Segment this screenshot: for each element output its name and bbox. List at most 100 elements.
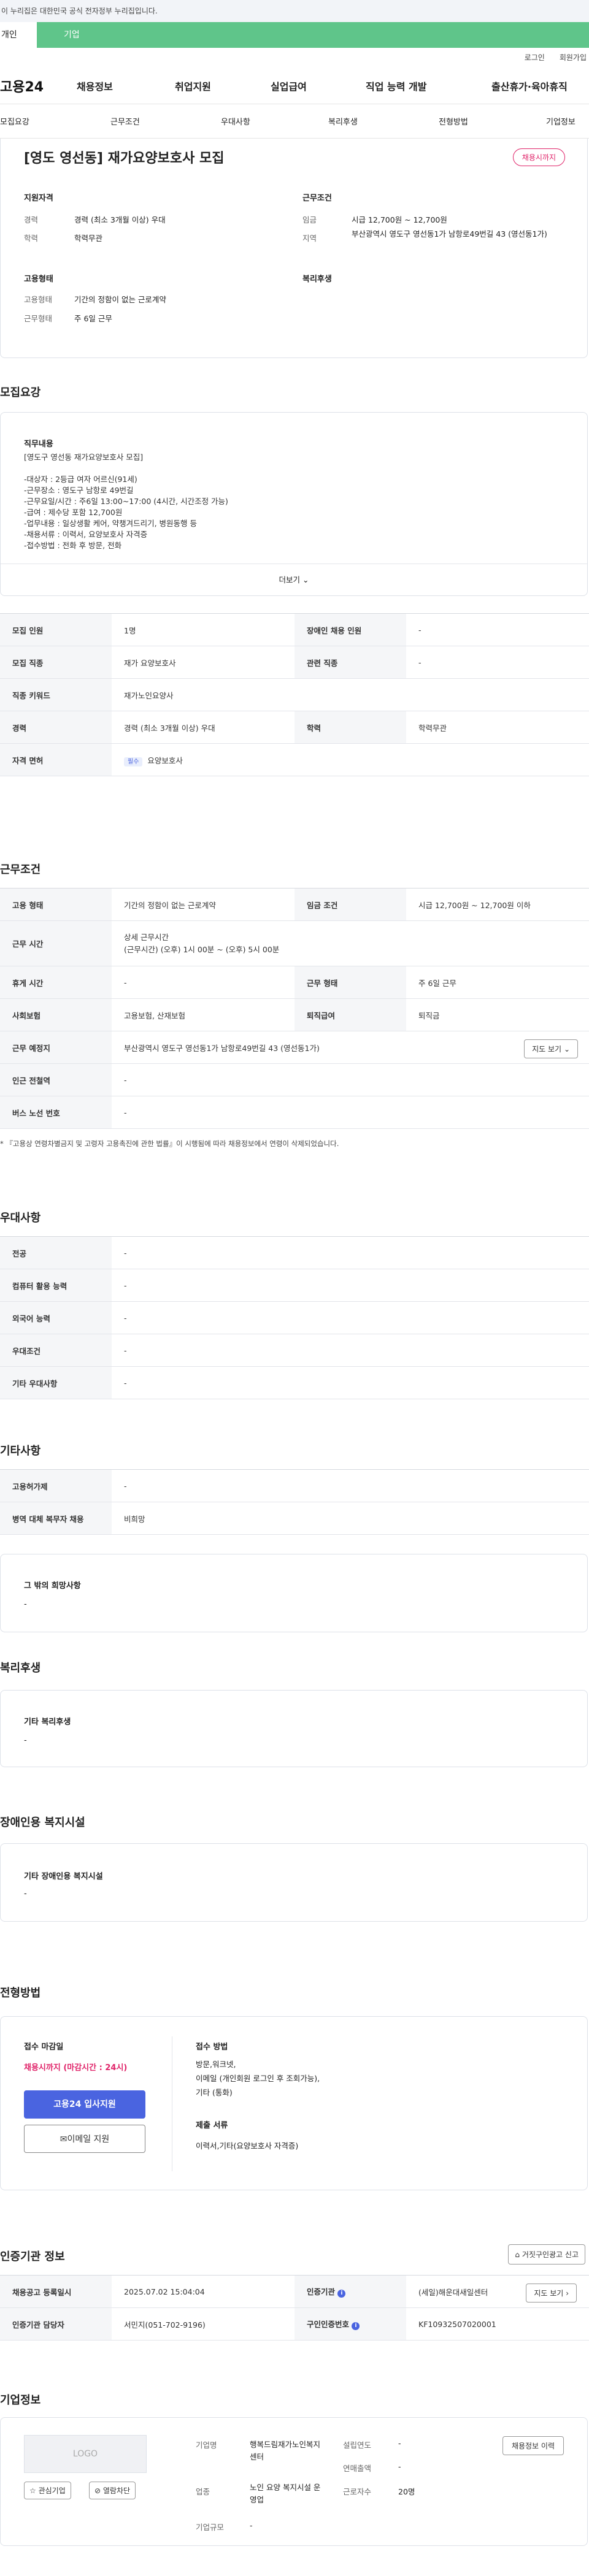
company-industry: 노인 요양 복지시설 운영업 [250, 2483, 321, 2504]
info-icon[interactable]: i [352, 2322, 360, 2330]
star-icon: ☆ [29, 2486, 36, 2495]
login-link[interactable]: 로그인 [525, 48, 545, 67]
table-cell: 퇴직금 [406, 998, 589, 1031]
etc-table: 고용허가제 - 병역 대체 복무자 채용 비희망 [0, 1469, 589, 1535]
table-row: 인증기관 담당자 서민지(051-702-9196) 구인인증번호 i KF10… [0, 2307, 589, 2341]
cert-map-button[interactable]: 지도 보기 › [526, 2284, 577, 2303]
etc-title: 기타사항 [0, 1445, 41, 1458]
cert-map-label: 지도 보기 [534, 2289, 564, 2298]
table-header-cell: 장애인 채용 인원 [294, 613, 406, 646]
welfare-title: 복리후생 [0, 1662, 41, 1675]
join-link[interactable]: 회원가입 [560, 48, 587, 67]
cert-org-value: (세일)해운대새일센터 [418, 2287, 488, 2297]
table-row: 병역 대체 복무자 채용 비희망 [0, 1502, 589, 1535]
subnav-work[interactable]: 근무조건 [110, 115, 221, 127]
subnav-company[interactable]: 기업정보 [546, 115, 589, 127]
nav-jobs[interactable]: 채용정보 [77, 78, 175, 93]
company-section: 기업정보 LOGO ☆ 관심기업 ⊘ 열람차단 기업명 행복드림재가노인복지센터… [0, 2391, 589, 2576]
table-header-cell: 근무 형태 [294, 966, 406, 999]
logo-placeholder-text: LOGO [72, 2449, 98, 2459]
table-row: 경력 경력 (최소 3개월 이상) 우대 학력 학력무관 [0, 711, 589, 744]
table-cell: - [406, 613, 589, 646]
nav-training[interactable]: 직업 능력 개발 [366, 78, 491, 93]
table-cell: - [112, 1063, 589, 1096]
table-header-cell: 모집 인원 [0, 613, 112, 646]
nav-unemployment[interactable]: 실업급여 [271, 78, 366, 93]
disabled-value: - [24, 1889, 27, 1898]
table-row: 사회보험 고용보험, 산재보험 퇴직급여 퇴직금 [0, 998, 589, 1031]
method-line: 기타 (통화) [196, 2088, 233, 2097]
info-icon[interactable]: i [337, 2290, 346, 2298]
home-icon: ⌂ [515, 2250, 520, 2259]
tab-company[interactable]: 기업 [37, 22, 135, 48]
tab-personal[interactable]: 개인 [0, 22, 37, 48]
info-key: 임금 [302, 215, 317, 224]
table-header-cell: 휴게 시간 [0, 966, 112, 999]
table-cell: - [112, 966, 294, 999]
company-name: 행복드림재가노인복지센터 [250, 2440, 321, 2461]
table-row: 모집 직종 재가 요양보호사 관련 직종 - [0, 646, 589, 679]
nav-employment-support[interactable]: 취업지원 [175, 78, 271, 93]
cert-org-label: 인증기관 [307, 2287, 336, 2296]
table-header-cell: 고용허가제 [0, 1469, 112, 1502]
info-value: 시급 12,700원 ~ 12,700원 [352, 215, 447, 224]
job-desc-label: 직무내용 [24, 440, 53, 449]
section-nav: 모집요강 근무조건 우대사항 복리후생 전형방법 기업정보 [0, 104, 589, 139]
job-desc-line: [영도구 영선동 재가요양보호사 모집] [24, 453, 144, 462]
job-desc-line [24, 463, 228, 474]
table-cell: - [112, 1366, 589, 1399]
welfare-section: 복리후생 기타 복리후생 - [0, 1641, 589, 1800]
cert-number-label: 구인인증번호 [307, 2320, 350, 2329]
info-value: 주 6일 근무 [74, 314, 112, 323]
subnav-process[interactable]: 전형방법 [439, 115, 546, 127]
job-desc-line: -접수방법 : 전화 후 방문, 전화 [24, 541, 122, 550]
table-cell: 학력무관 [406, 711, 589, 744]
company-key: 기업규모 [196, 2523, 225, 2532]
favorite-company-button[interactable]: ☆ 관심기업 [24, 2482, 71, 2499]
pref-section: 우대사항 전공 - 컴퓨터 활용 능력 - 외국어 능력 - 우대조건 - 기타 우대사… [0, 1183, 589, 1421]
table-header-cell: 경력 [0, 711, 112, 744]
company-logo: LOGO [24, 2435, 147, 2473]
table-header-cell: 모집 직종 [0, 646, 112, 679]
more-button-label: 더보기 [279, 575, 301, 584]
email-apply-button[interactable]: ✉이메일 지원 [24, 2125, 145, 2153]
nav-parental-leave[interactable]: 출산휴가·육아휴직 [491, 78, 589, 93]
deadline-badge: 채용시까지 [512, 148, 565, 166]
table-cell: 재가노인요양사 [112, 678, 589, 711]
site-logo[interactable]: 고용24 [0, 76, 77, 96]
subnav-welfare[interactable]: 복리후생 [328, 115, 439, 127]
table-cell: - [406, 646, 589, 679]
map-button[interactable]: 지도 보기 ⌄ [524, 1039, 578, 1058]
license-value: 요양보호사 [147, 755, 183, 765]
subnav-recruit[interactable]: 모집요강 [0, 115, 110, 127]
table-cell: 고용보험, 산재보험 [112, 998, 294, 1031]
deadline-label: 접수 마감일 [24, 2043, 64, 2052]
table-header-cell: 외국어 능력 [0, 1301, 112, 1334]
job-desc-line: -대상자 : 2등급 여자 어르신(91세) [24, 475, 137, 484]
apply-button[interactable]: 고용24 입사지원 [24, 2090, 145, 2119]
map-button-label: 지도 보기 [532, 1045, 562, 1053]
table-header-cell: 자격 면허 [0, 743, 112, 776]
subnav-pref[interactable]: 우대사항 [221, 115, 328, 127]
more-button[interactable]: 더보기 ⌄ [1, 564, 587, 595]
work-address: 부산광역시 영도구 영선동1가 남항로49번길 43 (영선동1가) [124, 1043, 320, 1053]
table-row: 외국어 능력 - [0, 1301, 589, 1334]
welfare-label: 기타 복리후생 [24, 1718, 71, 1727]
company-key: 연매출액 [343, 2464, 372, 2473]
table-cell: KF10932507020001 [406, 2307, 589, 2341]
recruit-title: 모집요강 [0, 386, 41, 399]
table-row: 근무 시간 상세 근무시간 (근무시간) (오후) 1시 00분 ~ (오후) … [0, 920, 589, 966]
info-value: 학력무관 [74, 234, 103, 243]
work-table: 고용 형태 기간의 정함이 없는 근로계약 임금 조건 시급 12,700원 ~… [0, 888, 589, 1148]
table-cell: 상세 근무시간 (근무시간) (오후) 1시 00분 ~ (오후) 5시 00분 [112, 920, 589, 966]
table-row: 버스 노선 번호 - [0, 1096, 589, 1129]
work-hours-label: 상세 근무시간 [124, 932, 169, 942]
disabled-title: 장애인용 복지시설 [0, 1816, 85, 1829]
company-founded: - [398, 2439, 401, 2448]
table-header-cell: 직종 키워드 [0, 678, 112, 711]
company-size: - [250, 2521, 253, 2530]
false-ad-report-button[interactable]: ⌂ 거짓구인광고 신고 [508, 2244, 585, 2265]
job-history-button[interactable]: 채용정보 이력 [502, 2436, 564, 2455]
block-company-button[interactable]: ⊘ 열람차단 [89, 2482, 136, 2499]
info-key: 지역 [302, 234, 317, 243]
